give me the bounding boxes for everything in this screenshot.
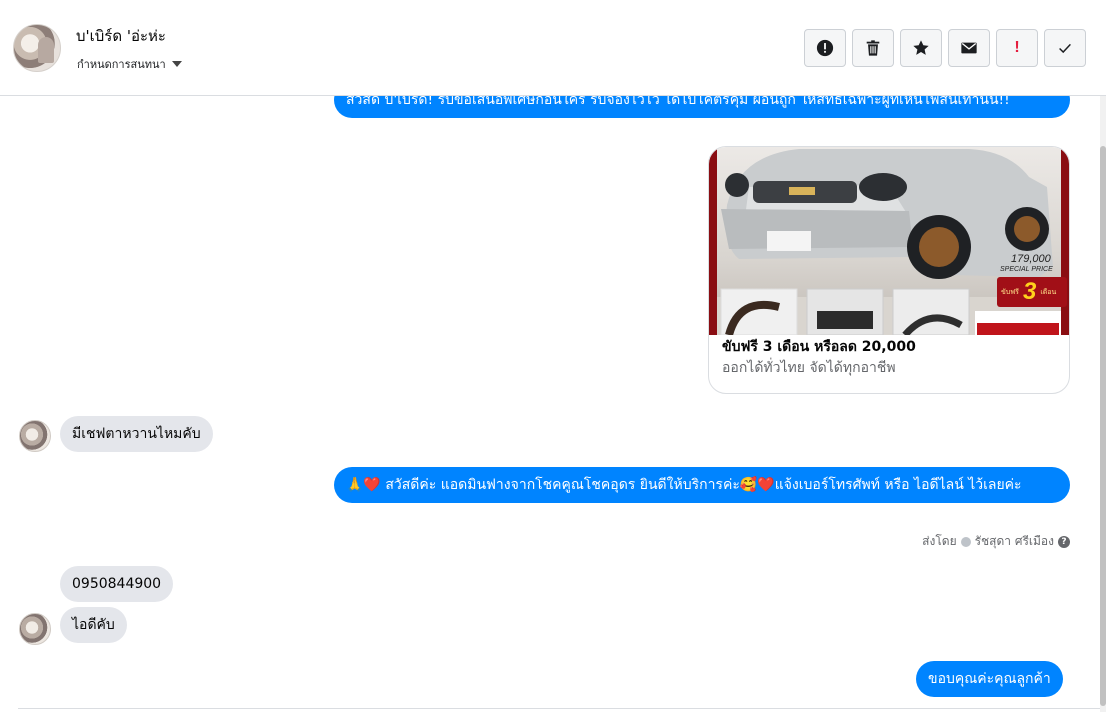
message-thread[interactable]: สวัสดี บ'เบิร์ด! รับข้อเสนอพิเศษก่อนใคร … [0, 96, 1106, 712]
important-button[interactable]: ! [996, 29, 1038, 67]
star-button[interactable] [900, 29, 942, 67]
message-incoming: 0950844900 [60, 566, 174, 602]
sent-by-info: ส่งโดย รัชสุดา ศรีเมือง ? [922, 532, 1070, 551]
star-icon [913, 40, 929, 55]
conversation-header: บ'เบิร์ด 'อ่ะห่ะ กำหนดการสนทนา ! [0, 0, 1106, 96]
messenger-app: บ'เบิร์ด 'อ่ะห่ะ กำหนดการสนทนา ! สวัสดี … [0, 0, 1106, 712]
mail-icon [961, 42, 977, 54]
trash-icon [866, 40, 880, 56]
promo-card[interactable]: 179,000 SPECIAL PRICE ขับฟรี 3 เดือน ขับ… [708, 146, 1070, 394]
price-text: 179,000 [1011, 253, 1051, 265]
exclamation-icon: ! [1014, 39, 1020, 56]
sender-avatar[interactable] [19, 420, 51, 452]
mark-unread-button[interactable] [948, 29, 990, 67]
sender-avatar[interactable] [19, 613, 51, 645]
thread-scrollbar[interactable] [1100, 96, 1106, 712]
delete-button[interactable] [852, 29, 894, 67]
price-label: SPECIAL PRICE [1000, 266, 1053, 273]
message-text: มีเชฟตาหวานไหมคับ [72, 426, 201, 442]
mark-done-button[interactable] [1044, 29, 1086, 67]
scrollbar-thumb[interactable] [1100, 146, 1106, 706]
alert-icon [816, 39, 834, 57]
composer-divider [18, 708, 1100, 709]
header-actions: ! [804, 29, 1086, 67]
message-text: ไอดีคับ [72, 617, 115, 633]
free-months-badge: ขับฟรี 3 เดือน [997, 277, 1067, 307]
check-icon [1059, 43, 1071, 54]
message-text: 0950844900 [72, 576, 162, 592]
message-incoming: ไอดีคับ [60, 607, 127, 643]
free-months-prefix: ขับฟรี [1001, 288, 1019, 296]
free-months-number: 3 [1022, 278, 1037, 305]
mark-spam-button[interactable] [804, 29, 846, 67]
message-text: สวัสดี บ'เบิร์ด! รับข้อเสนอพิเศษก่อนใคร … [346, 96, 1010, 108]
promo-car-image: 179,000 SPECIAL PRICE ขับฟรี 3 เดือน [709, 147, 1069, 335]
sent-by-prefix: ส่งโดย [922, 534, 957, 548]
card-title: ขับฟรี 3 เดือน หรือลด 20,000 [722, 339, 916, 355]
message-outgoing: 🙏❤️ สวัสดีค่ะ แอดมินฟางจากโชคคูณโชคอุดร … [334, 467, 1070, 503]
contact-avatar[interactable] [13, 24, 61, 72]
card-subtitle: ออกได้ทั่วไทย จัดได้ทุกอาชีพ [722, 360, 896, 376]
assign-conversation-dropdown[interactable]: กำหนดการสนทนา [77, 55, 182, 73]
message-outgoing: ขอบคุณค่ะคุณลูกค้า [916, 661, 1063, 697]
free-months-suffix: เดือน [1040, 288, 1057, 296]
sent-by-name[interactable]: รัชสุดา ศรีเมือง [975, 532, 1054, 551]
agent-dot-icon [960, 536, 971, 547]
assign-label: กำหนดการสนทนา [77, 58, 166, 71]
message-incoming: มีเชฟตาหวานไหมคับ [60, 416, 213, 452]
caret-down-icon [171, 61, 182, 67]
contact-name[interactable]: บ'เบิร์ด 'อ่ะห่ะ [76, 24, 166, 48]
message-text: 🙏❤️ สวัสดีค่ะ แอดมินฟางจากโชคคูณโชคอุดร … [346, 477, 1022, 493]
help-icon[interactable]: ? [1058, 535, 1070, 548]
message-outgoing-promo: สวัสดี บ'เบิร์ด! รับข้อเสนอพิเศษก่อนใคร … [334, 96, 1070, 118]
message-text: ขอบคุณค่ะคุณลูกค้า [928, 671, 1051, 687]
